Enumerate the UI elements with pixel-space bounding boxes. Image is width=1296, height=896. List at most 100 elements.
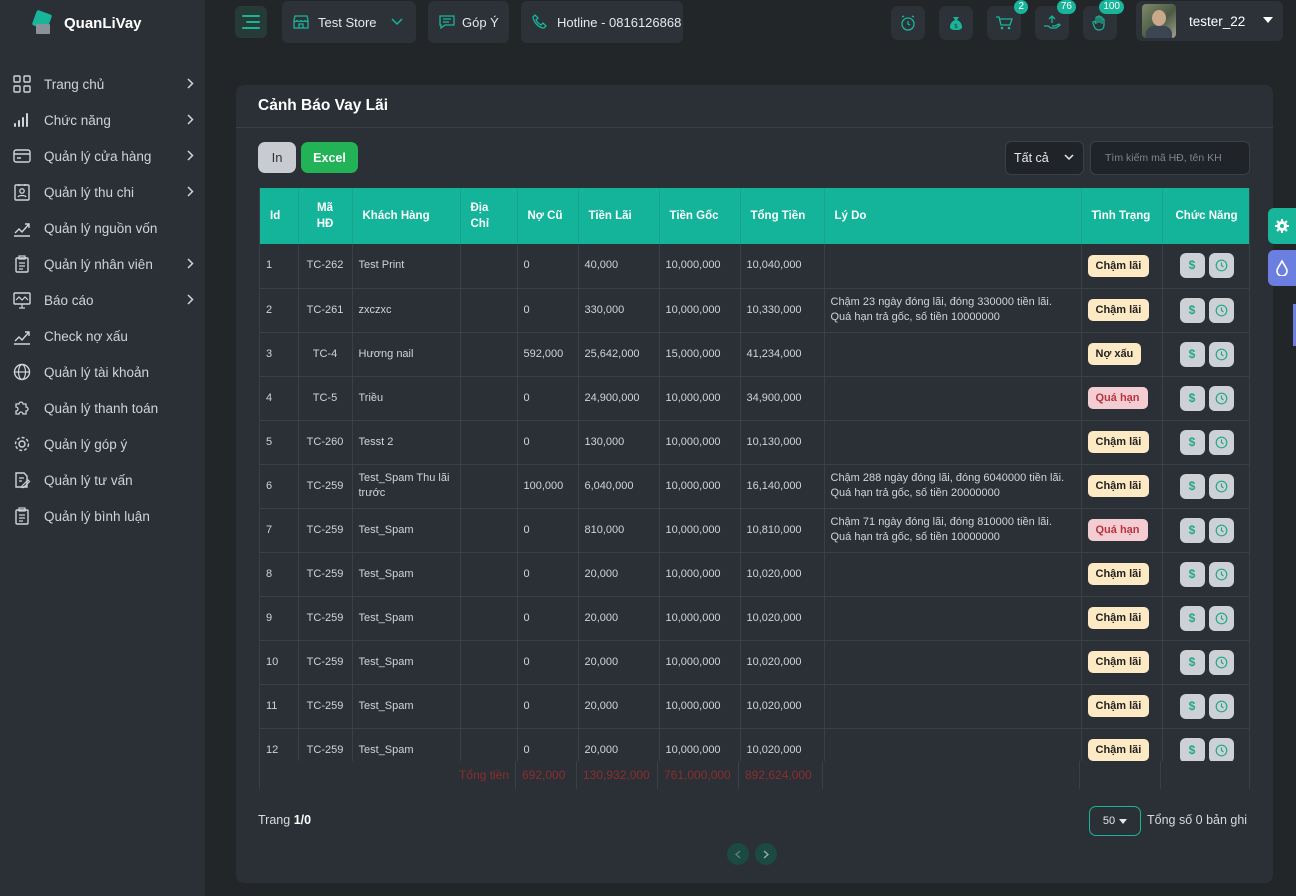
dollar-icon: $ — [1188, 742, 1196, 757]
status-filter-select[interactable]: Tất cả — [1005, 141, 1084, 175]
table-row[interactable]: 6 TC-259 Test_Spam Thu lãi trước 100,000 6,0… — [260, 464, 1249, 509]
pay-button[interactable]: $ — [1179, 693, 1205, 719]
history-button[interactable] — [1208, 385, 1234, 411]
sidebar-item-4[interactable]: Quản lý nguồn vốn — [0, 210, 206, 246]
cell-customer: Test_Spam — [352, 508, 461, 553]
caret-down-icon — [1263, 17, 1273, 23]
cell-old-debt: 0 — [517, 640, 579, 685]
history-button[interactable] — [1208, 737, 1234, 763]
cell-total: 10,020,000 — [740, 640, 825, 685]
user-menu[interactable]: tester_22 — [1136, 1, 1283, 41]
cart-button[interactable]: 2 — [987, 0, 1028, 40]
table-row[interactable]: 9 TC-259 Test_Spam 0 20,000 10,000,000 10,020,… — [260, 596, 1249, 641]
totals-principal: 761,000,000 — [658, 761, 739, 789]
page-size-select[interactable]: 50 — [1089, 806, 1141, 836]
cell-reason — [824, 376, 1082, 421]
cell-interest: 20,000 — [578, 640, 660, 685]
sidebar-item-9[interactable]: Quản lý thanh toán — [0, 390, 206, 426]
table-row[interactable]: 3 TC-4 Hương nail 592,000 25,642,000 15,000,0… — [260, 332, 1249, 377]
clock-icon — [1215, 744, 1227, 756]
history-button[interactable] — [1208, 561, 1234, 587]
grid-icon — [12, 74, 32, 94]
cell-address — [460, 552, 518, 597]
pay-button[interactable]: $ — [1179, 429, 1205, 455]
hand-button[interactable]: 100 — [1083, 0, 1124, 40]
pay-button[interactable]: $ — [1179, 737, 1205, 763]
status-badge: Chậm lãi — [1087, 739, 1150, 761]
pay-button[interactable]: $ — [1179, 561, 1205, 587]
history-button[interactable] — [1208, 297, 1234, 323]
cell-address — [460, 596, 518, 641]
history-button[interactable] — [1208, 473, 1234, 499]
excel-export-button[interactable]: Excel — [301, 142, 358, 173]
history-button[interactable] — [1208, 605, 1234, 631]
sidebar-item-2[interactable]: Quản lý cửa hàng — [0, 138, 206, 174]
sidebar-item-7[interactable]: Check nợ xấu — [0, 318, 206, 354]
cell-status: Chậm lãi — [1081, 596, 1163, 641]
pay-button[interactable]: $ — [1179, 473, 1205, 499]
menu-toggle-button[interactable] — [235, 6, 267, 38]
sidebar-item-6[interactable]: Báo cáo — [0, 282, 206, 318]
table-row[interactable]: 11 TC-259 Test_Spam 0 20,000 10,000,000 10,020… — [260, 684, 1249, 729]
history-button[interactable] — [1208, 649, 1234, 675]
history-button[interactable] — [1208, 693, 1234, 719]
sidebar-item-3[interactable]: Quản lý thu chi — [0, 174, 206, 210]
cell-total: 10,020,000 — [740, 596, 825, 641]
sidebar-item-label: Quản lý tài khoản — [44, 364, 150, 380]
table-row[interactable]: 5 TC-260 Tesst 2 0 130,000 10,000,000 10,130,0… — [260, 420, 1249, 465]
pay-button[interactable]: $ — [1179, 517, 1205, 543]
print-button[interactable]: In — [258, 142, 296, 173]
alarm-button[interactable] — [891, 6, 925, 40]
history-button[interactable] — [1208, 517, 1234, 543]
sidebar-item-0[interactable]: Trang chủ — [0, 66, 206, 102]
page-indicator: Trang 1/0 — [258, 813, 311, 827]
cell-reason — [824, 332, 1082, 377]
sidebar-item-5[interactable]: Quản lý nhân viên — [0, 246, 206, 282]
chat-icon — [439, 15, 455, 30]
cell-principal: 10,000,000 — [659, 508, 741, 553]
sidebar-item-11[interactable]: Quản lý tư vấn — [0, 462, 206, 498]
store-selector[interactable]: Test Store — [282, 1, 416, 43]
history-button[interactable] — [1208, 429, 1234, 455]
sidebar-item-label: Báo cáo — [44, 292, 94, 308]
money-hand-button[interactable]: 76 — [1035, 0, 1076, 40]
cell-status: Chậm lãi — [1081, 552, 1163, 597]
logo[interactable]: QuanLiVay — [31, 9, 142, 36]
cell-interest: 25,642,000 — [578, 332, 660, 377]
sidebar-item-8[interactable]: Quản lý tài khoản — [0, 354, 206, 390]
cell-code: TC-259 — [298, 464, 353, 509]
chevron-right-icon — [187, 149, 194, 164]
table-row[interactable]: 10 TC-259 Test_Spam 0 20,000 10,000,000 10,020… — [260, 640, 1249, 685]
search-input[interactable] — [1090, 141, 1250, 175]
pay-button[interactable]: $ — [1179, 385, 1205, 411]
sidebar-item-10[interactable]: Quản lý góp ý — [0, 426, 206, 462]
status-badge: Quá hạn — [1087, 519, 1148, 541]
table-row[interactable]: 8 TC-259 Test_Spam 0 20,000 10,000,000 10,020,… — [260, 552, 1249, 597]
pay-button[interactable]: $ — [1179, 341, 1205, 367]
pay-button[interactable]: $ — [1179, 253, 1205, 279]
sidebar-item-1[interactable]: Chức năng — [0, 102, 206, 138]
pay-button[interactable]: $ — [1179, 297, 1205, 323]
cell-id: 2 — [260, 288, 299, 333]
history-button[interactable] — [1208, 253, 1234, 279]
table-row[interactable]: 7 TC-259 Test_Spam 0 810,000 10,000,000 10,810… — [260, 508, 1249, 553]
sidebar-item-12[interactable]: Quản lý bình luận — [0, 498, 206, 534]
dollar-icon: $ — [1188, 610, 1196, 625]
history-button[interactable] — [1208, 341, 1234, 367]
prev-page-button[interactable] — [727, 843, 749, 865]
page-prefix: Trang — [258, 813, 291, 827]
next-page-button[interactable] — [755, 843, 777, 865]
pay-button[interactable]: $ — [1179, 649, 1205, 675]
cell-code: TC-5 — [298, 376, 353, 421]
dollar-icon: $ — [1188, 258, 1196, 273]
table-row[interactable]: 4 TC-5 Triều 0 24,900,000 10,000,000 34,900,00… — [260, 376, 1249, 421]
table-row[interactable]: 1 TC-262 Test Print 0 40,000 10,000,000 10,040… — [260, 244, 1249, 289]
feedback-button[interactable]: Góp Ý — [428, 1, 509, 43]
table-row[interactable]: 2 TC-261 zxczxc 0 330,000 10,000,000 10,330,00… — [260, 288, 1249, 333]
hotline-button[interactable]: Hotline - 0816126868 — [521, 1, 683, 43]
column-header: Nợ Cũ — [517, 188, 579, 244]
money-bag-button[interactable]: $ — [939, 6, 973, 40]
settings-tab[interactable] — [1268, 208, 1296, 244]
pay-button[interactable]: $ — [1179, 605, 1205, 631]
theme-tab[interactable] — [1268, 250, 1296, 286]
